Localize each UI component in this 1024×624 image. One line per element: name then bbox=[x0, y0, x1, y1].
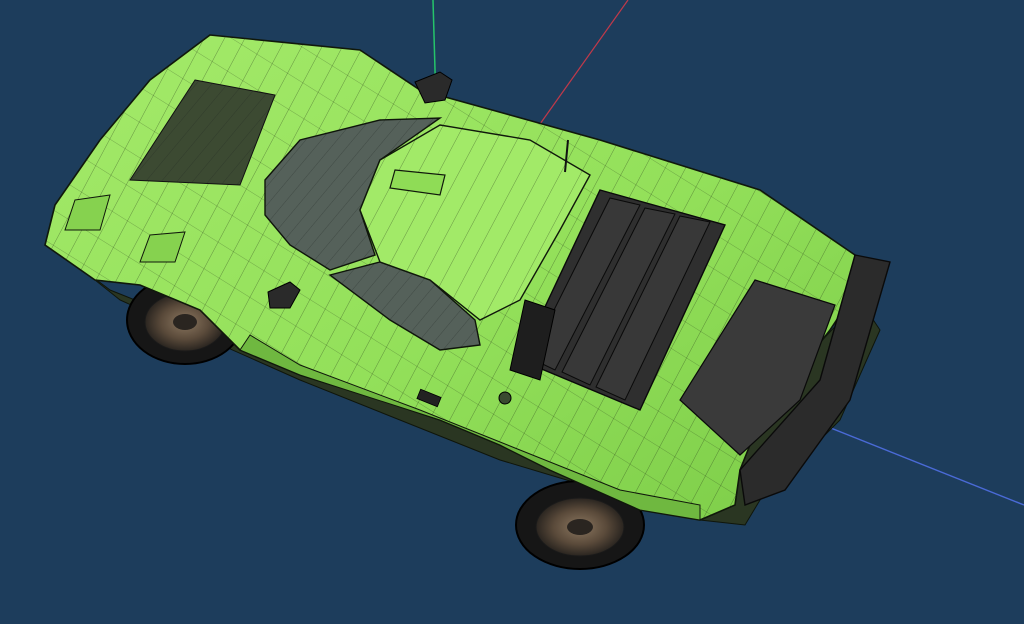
3d-viewport[interactable] bbox=[0, 0, 1024, 624]
car-model[interactable] bbox=[44, 34, 891, 570]
x-axis-line bbox=[539, 0, 629, 125]
fuel-cap bbox=[498, 391, 512, 405]
scene-canvas[interactable] bbox=[0, 0, 1024, 624]
